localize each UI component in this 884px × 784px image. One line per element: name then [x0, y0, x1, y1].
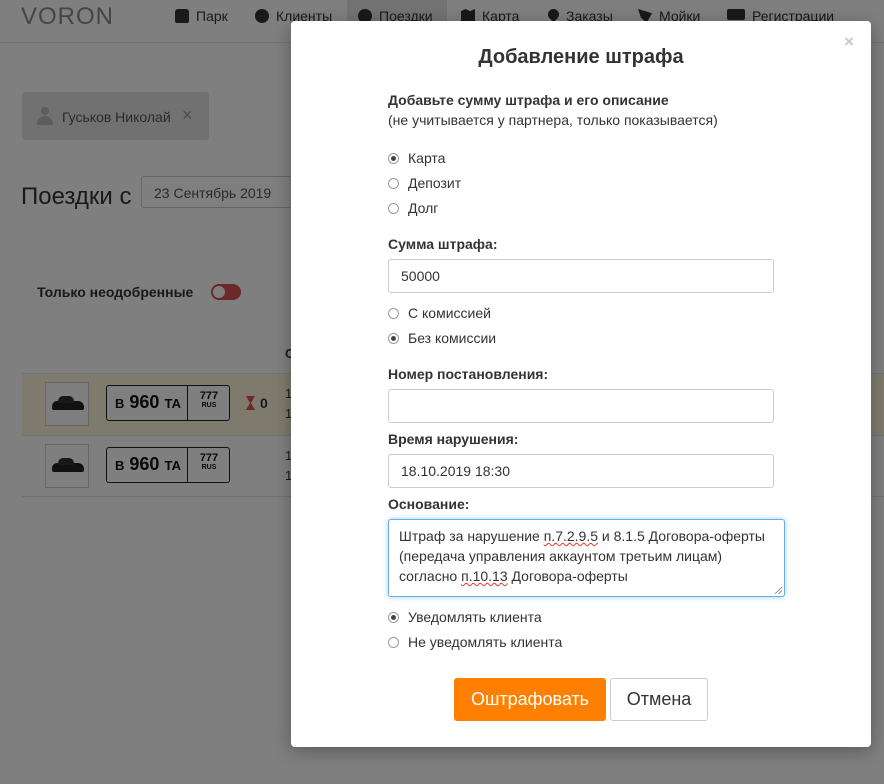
- radio-without-commission[interactable]: Без комиссии: [388, 329, 496, 347]
- radio-notify-client[interactable]: Уведомлять клиента: [388, 608, 542, 626]
- violation-time-label: Время нарушения:: [388, 431, 519, 447]
- radio-do-not-notify-client[interactable]: Не уведомлять клиента: [388, 633, 562, 651]
- radio-button[interactable]: [388, 636, 399, 648]
- resize-handle[interactable]: [775, 587, 782, 594]
- radio-button[interactable]: [388, 332, 399, 344]
- radio-button[interactable]: [388, 611, 399, 623]
- violation-time-input[interactable]: 18.10.2019 18:30: [388, 454, 774, 488]
- reason-textarea[interactable]: Штраф за нарушение п.7.2.9.5 и 8.1.5 Дог…: [388, 519, 785, 597]
- close-icon[interactable]: ×: [844, 32, 854, 52]
- modal-title: Добавление штрафа: [478, 46, 684, 68]
- decree-number-input[interactable]: [388, 389, 774, 423]
- reason-label: Основание:: [388, 496, 470, 512]
- cancel-button[interactable]: Отмена: [610, 678, 708, 721]
- fine-submit-button[interactable]: Оштрафовать: [454, 678, 606, 721]
- add-fine-modal: Добавление штрафа × Добавьте сумму штраф…: [291, 21, 871, 747]
- modal-intro: Добавьте сумму штрафа и его описание (не…: [388, 92, 718, 128]
- radio-debt[interactable]: Долг: [388, 199, 438, 217]
- decree-number-label: Номер постановления:: [388, 366, 549, 382]
- radio-card[interactable]: Карта: [388, 149, 445, 167]
- radio-button[interactable]: [388, 177, 399, 189]
- radio-button[interactable]: [388, 152, 399, 164]
- amount-input[interactable]: 50000: [388, 259, 774, 293]
- radio-button[interactable]: [388, 202, 399, 214]
- amount-label: Сумма штрафа:: [388, 236, 498, 252]
- radio-with-commission[interactable]: С комиссией: [388, 304, 491, 322]
- radio-button[interactable]: [388, 307, 399, 319]
- radio-deposit[interactable]: Депозит: [388, 174, 461, 192]
